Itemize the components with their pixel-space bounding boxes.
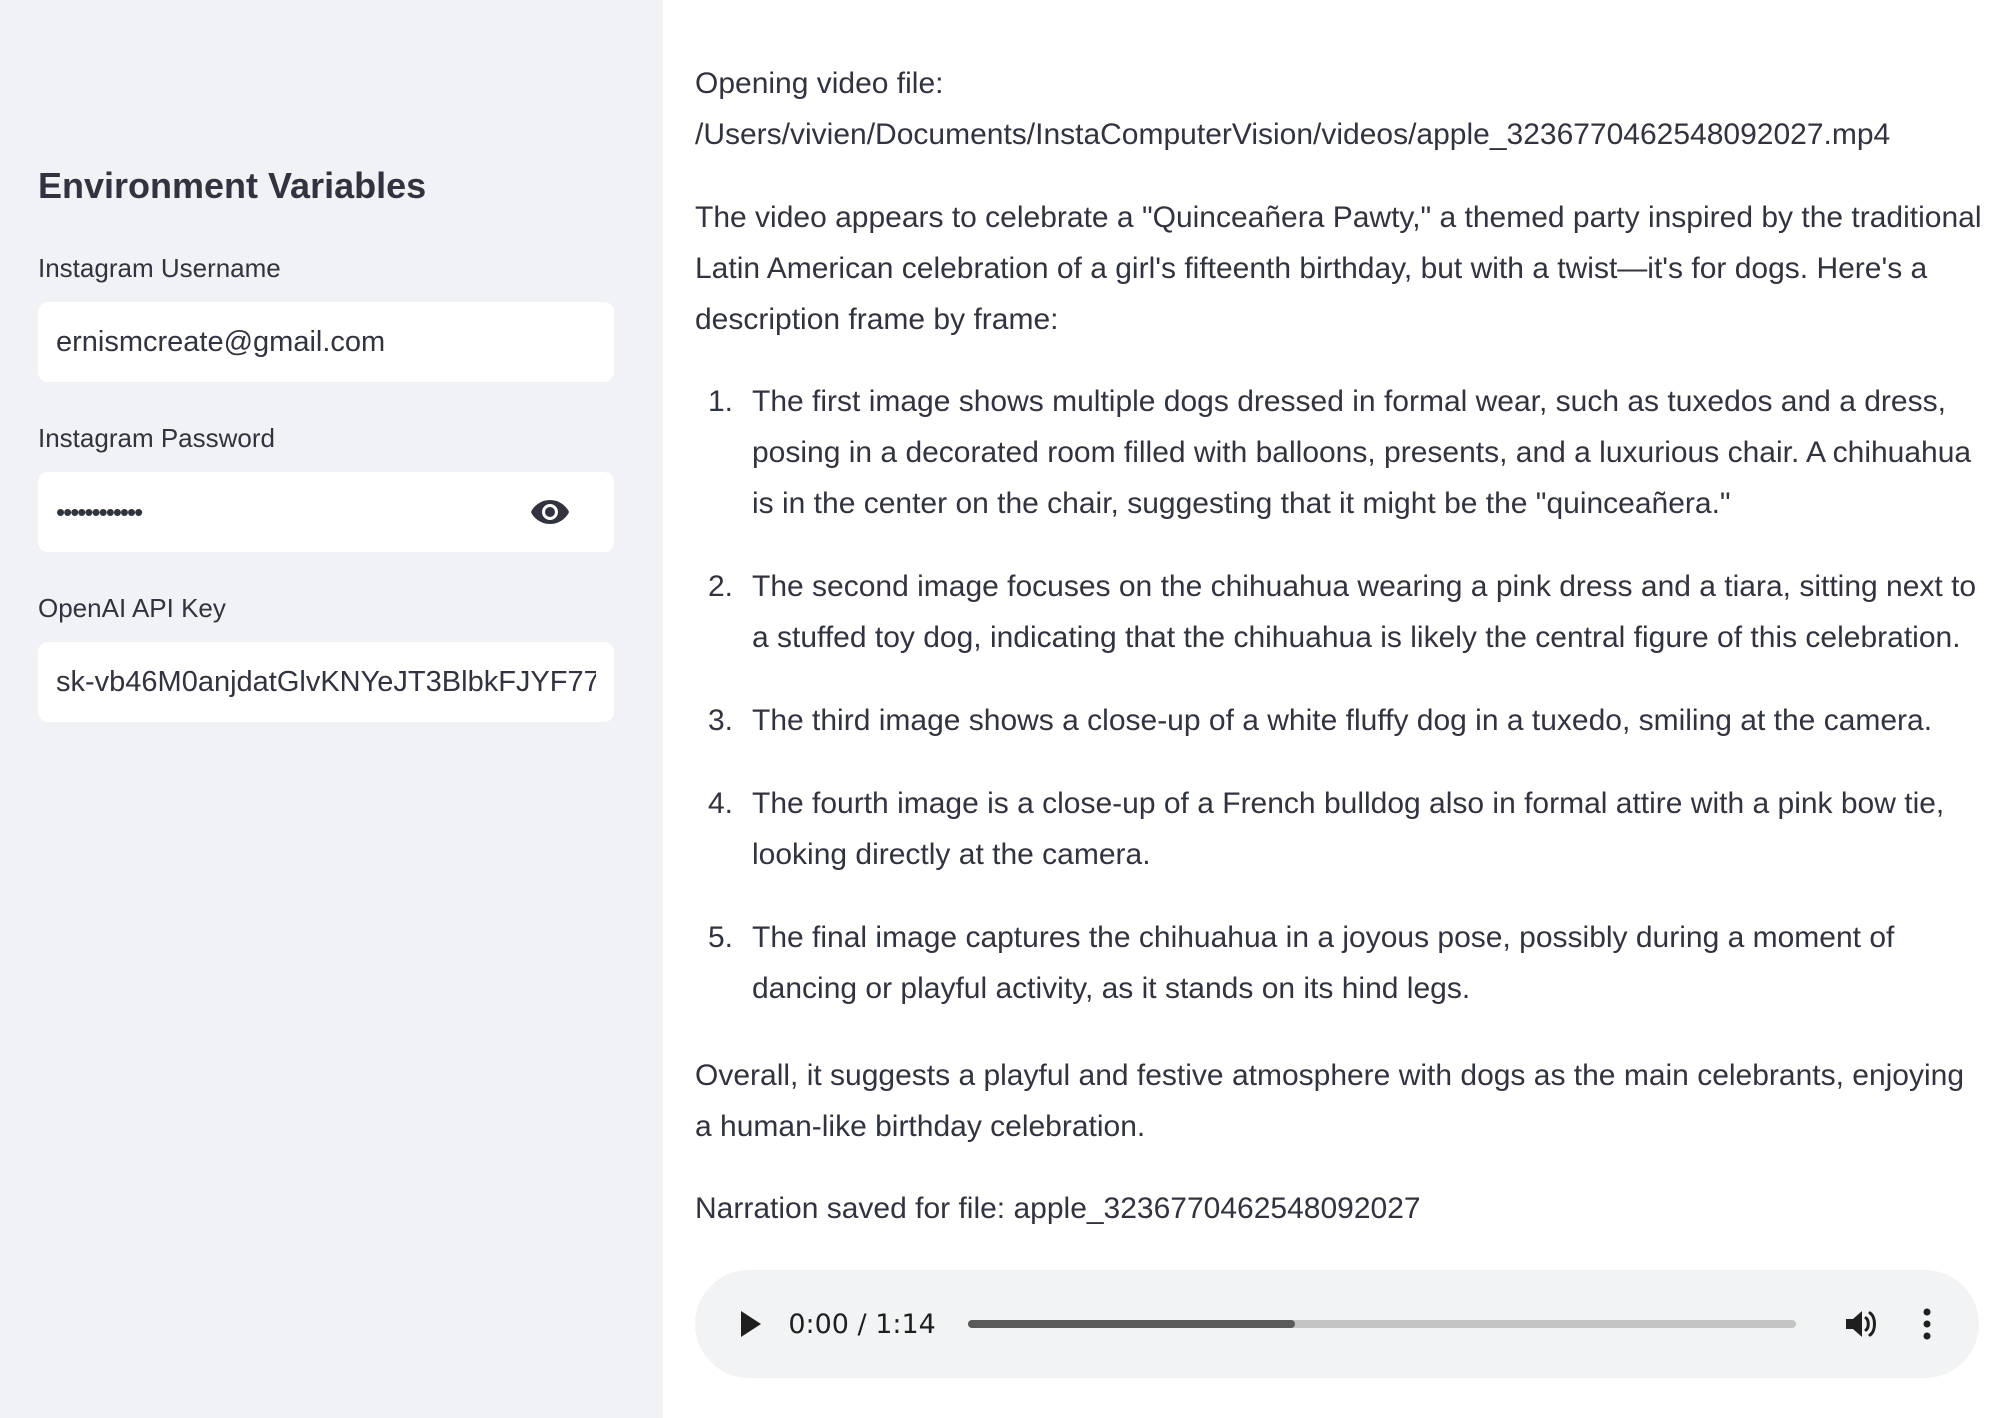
summary-paragraph: Overall, it suggests a playful and festi…	[695, 1059, 1965, 1143]
api-key-field[interactable]: sk-vb46M0anjdatGlvKNYeJT3BlbkFJYF77	[38, 642, 614, 722]
main-content: Opening video file: /Users/vivien/Docume…	[695, 0, 1985, 1418]
list-item: 3. The third image shows a close-up of a…	[695, 695, 1985, 746]
frame-list: 1. The first image shows multiple dogs d…	[695, 376, 1985, 1046]
password-label: Instagram Password	[38, 423, 275, 453]
audio-player: 0:00 / 1:14	[695, 1270, 1979, 1378]
opening-line: Opening video file:	[695, 67, 944, 100]
username-field[interactable]: ernismcreate@gmail.com	[38, 302, 614, 382]
list-number: 5.	[708, 921, 734, 954]
list-number: 2.	[708, 570, 734, 603]
list-item: 4. The fourth image is a close-up of a F…	[695, 778, 1985, 880]
username-value: ernismcreate@gmail.com	[56, 325, 386, 358]
password-field[interactable]: ••••••••••••	[38, 472, 614, 552]
username-label: Instagram Username	[38, 253, 281, 283]
list-number: 1.	[708, 385, 734, 418]
volume-icon[interactable]	[1840, 1302, 1883, 1346]
api-key-label: OpenAI API Key	[38, 593, 226, 623]
password-value: ••••••••••••	[56, 496, 143, 527]
play-icon[interactable]	[731, 1304, 770, 1344]
video-path: /Users/vivien/Documents/InstaComputerVis…	[695, 118, 1891, 151]
list-item: 1. The first image shows multiple dogs d…	[695, 376, 1985, 529]
eye-icon[interactable]	[528, 490, 572, 534]
audio-progress-bar[interactable]	[967, 1320, 1797, 1328]
audio-buffered-fill	[967, 1320, 1296, 1328]
narration-saved-message: Narration saved for file: apple_32367704…	[695, 1192, 1421, 1225]
sidebar-title: Environment Variables	[38, 165, 427, 206]
list-text: The third image shows a close-up of a wh…	[752, 704, 1933, 737]
list-item: 5. The final image captures the chihuahu…	[695, 912, 1985, 1014]
list-text: The second image focuses on the chihuahu…	[752, 570, 1977, 654]
sidebar: Environment Variables Instagram Username…	[0, 0, 663, 1418]
opening-message: Opening video file: /Users/vivien/Docume…	[695, 58, 1985, 160]
intro-paragraph: The video appears to celebrate a "Quince…	[695, 201, 1982, 336]
list-text: The first image shows multiple dogs dres…	[752, 385, 1972, 520]
list-item: 2. The second image focuses on the chihu…	[695, 561, 1985, 663]
list-text: The fourth image is a close-up of a Fren…	[752, 787, 1945, 871]
api-key-value: sk-vb46M0anjdatGlvKNYeJT3BlbkFJYF77	[56, 665, 596, 698]
list-number: 4.	[708, 787, 734, 820]
list-number: 3.	[708, 704, 734, 737]
audio-time: 0:00 / 1:14	[788, 1308, 936, 1340]
more-vertical-icon[interactable]	[1906, 1302, 1949, 1346]
list-text: The final image captures the chihuahua i…	[752, 921, 1895, 1005]
